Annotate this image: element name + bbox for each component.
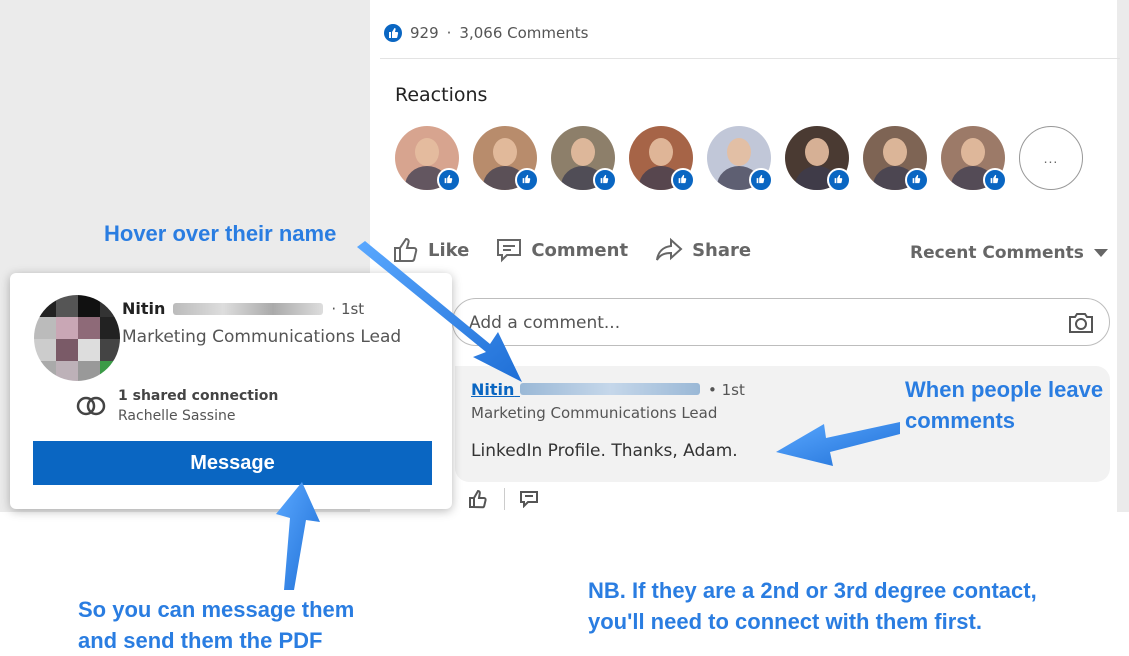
post-actions: Like Comment Share [392,236,751,264]
reaction-avatar[interactable] [395,126,461,192]
comment-input[interactable] [467,309,1031,337]
reactions-title: Reactions [395,84,488,106]
hover-card-name[interactable]: Nitin [122,299,165,318]
blurred-name [173,302,324,315]
profile-hover-card: Nitin · 1st Marketing Communications Lea… [10,273,452,509]
comment-icon [497,239,522,263]
like-badge-icon [671,168,695,192]
comment-author-row: Nitin • 1st [471,380,745,399]
annotation-line: comments [905,408,1016,433]
comment-label: Comment [531,239,629,261]
reaction-avatar[interactable] [863,126,929,192]
reactions-avatars: ... [395,126,1083,192]
right-background [1117,0,1129,512]
like-button[interactable]: Like [392,236,469,264]
annotation-line: you'll need to connect with them first. [588,609,982,634]
comment-like-icon[interactable] [468,489,490,509]
shared-connection-name: Rachelle Sassine [118,408,236,424]
annotation-message: So you can message them and send them th… [78,594,354,656]
more-reactions-button[interactable]: ... [1019,126,1083,190]
comment-text: LinkedIn Profile. Thanks, Adam. [471,441,738,461]
shared-connections[interactable]: 1 shared connection Rachelle Sassine [76,386,278,426]
blurred-name [519,383,700,395]
annotation-hover-name: Hover over their name [104,221,337,246]
reactions-count[interactable]: 929 [410,24,439,42]
hover-card-title: Marketing Communications Lead [122,327,402,347]
reaction-avatar[interactable] [473,126,539,192]
sort-dropdown[interactable]: Recent Comments [910,243,1108,263]
share-label: Share [692,239,752,261]
annotation-line: and send them the PDF [78,628,323,653]
comment-author-first-name: Nitin [471,380,515,399]
message-button[interactable]: Message [33,441,432,485]
reply-icon[interactable] [519,490,539,508]
annotation-line: So you can message them [78,597,355,622]
caret-down-icon [1093,249,1108,257]
reaction-avatar[interactable] [629,126,695,192]
comments-count[interactable]: 3,066 Comments [459,24,588,42]
comment-author-title: Marketing Communications Lead [471,404,718,422]
annotation-line: When people leave [905,377,1104,402]
like-label: Like [428,239,470,261]
hover-card-degree: · 1st [331,299,365,318]
comment-author-link[interactable]: Nitin [471,380,700,399]
hover-card-avatar[interactable] [34,295,120,381]
post-stats[interactable]: 929 · 3,066 Comments [384,24,588,42]
stats-separator: · [446,24,452,42]
like-badge-icon [905,168,929,192]
reaction-avatar[interactable] [941,126,1007,192]
divider [380,58,1120,59]
shared-connection-icon [76,396,106,416]
thumbs-up-icon [394,237,418,262]
reaction-avatar[interactable] [785,126,851,192]
annotation-line: NB. If they are a 2nd or 3rd degree cont… [588,578,1037,603]
comment-actions [468,488,539,510]
reaction-avatar[interactable] [707,126,773,192]
hover-card-name-row: Nitin · 1st [122,299,364,318]
like-badge-icon [827,168,851,192]
comment-actions-divider [504,488,505,510]
shared-connections-count: 1 shared connection [118,388,279,404]
like-badge-icon [593,168,617,192]
like-badge-icon [983,168,1007,192]
comment-degree: • 1st [707,380,745,399]
share-arrow-icon [656,237,683,261]
reaction-avatar[interactable] [551,126,617,192]
share-button[interactable]: Share [654,237,751,263]
like-reaction-icon [384,24,402,42]
camera-icon[interactable] [1067,311,1095,335]
comment-button[interactable]: Comment [495,237,628,263]
like-badge-icon [437,168,461,192]
like-badge-icon [515,168,539,192]
annotation-people-comment: When people leave comments [905,374,1103,436]
sort-label: Recent Comments [910,243,1084,263]
comment-box [452,298,1110,346]
like-badge-icon [749,168,773,192]
annotation-nb: NB. If they are a 2nd or 3rd degree cont… [588,575,1037,637]
